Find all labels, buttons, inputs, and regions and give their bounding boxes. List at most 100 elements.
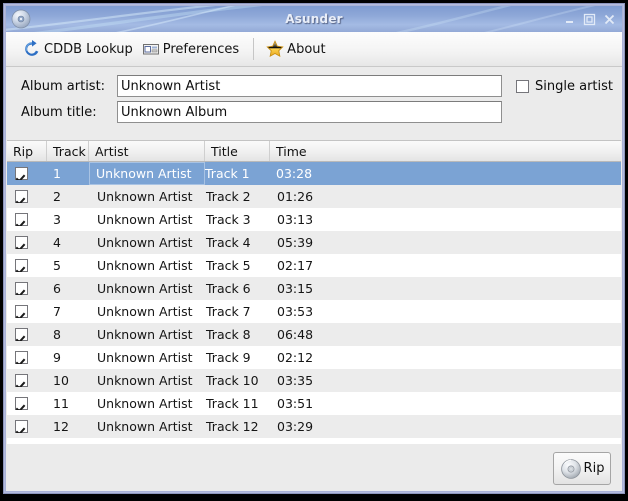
artist-cell: Unknown Artist (97, 419, 193, 434)
rip-checkbox-cell[interactable] (7, 305, 47, 318)
rip-checkbox[interactable] (15, 167, 28, 180)
artist-cell: Unknown Artist (89, 162, 205, 185)
album-title-label: Album title: (21, 104, 97, 120)
table-row[interactable]: 2 Unknown Artist Track 2 01:26 (7, 185, 621, 208)
time-cell: 03:28 (276, 166, 313, 181)
rip-checkbox-cell[interactable] (7, 328, 47, 341)
track-number-cell: 6 (53, 281, 61, 296)
time-cell: 03:35 (277, 373, 314, 388)
table-row[interactable]: 6 Unknown Artist Track 6 03:15 (7, 277, 621, 300)
time-cell: 02:12 (277, 350, 314, 365)
track-number-cell: 4 (53, 235, 61, 250)
rip-button[interactable]: Rip (553, 452, 611, 485)
table-row[interactable]: 10 Unknown Artist Track 10 03:35 (7, 369, 621, 392)
titlebar[interactable]: Asunder (6, 6, 622, 32)
rip-checkbox[interactable] (15, 351, 28, 364)
rip-checkbox-cell[interactable] (7, 397, 47, 410)
column-header-rip[interactable]: Rip (7, 141, 47, 161)
rip-checkbox[interactable] (15, 374, 28, 387)
title-cell: Track 2 (206, 189, 251, 204)
table-row[interactable]: 7 Unknown Artist Track 7 03:53 (7, 300, 621, 323)
table-row[interactable]: 8 Unknown Artist Track 8 06:48 (7, 323, 621, 346)
album-artist-label: Album artist: (21, 78, 106, 94)
column-header-artist[interactable]: Artist (89, 141, 205, 161)
album-artist-input[interactable] (117, 75, 502, 97)
rip-checkbox[interactable] (15, 259, 28, 272)
column-header-title[interactable]: Title (205, 141, 270, 161)
preferences-button[interactable]: Preferences (139, 35, 245, 63)
rip-checkbox-cell[interactable] (7, 259, 47, 272)
refresh-circle-icon (25, 40, 39, 56)
window-panel-icon (142, 44, 159, 55)
title-cell: Track 12 (206, 419, 259, 434)
close-button[interactable] (603, 13, 616, 26)
rip-checkbox[interactable] (15, 213, 28, 226)
about-button[interactable]: About (263, 35, 331, 63)
rip-checkbox-cell[interactable] (7, 420, 47, 433)
rip-checkbox-cell[interactable] (7, 213, 47, 226)
column-header-time[interactable]: Time (270, 141, 621, 161)
artist-cell: Unknown Artist (97, 373, 193, 388)
track-number-cell: 11 (53, 396, 69, 411)
artist-cell: Unknown Artist (97, 212, 193, 227)
time-cell: 03:53 (277, 304, 314, 319)
time-cell: 02:17 (277, 258, 314, 273)
rip-checkbox[interactable] (15, 282, 28, 295)
rip-checkbox[interactable] (15, 328, 28, 341)
single-artist-checkbox-box[interactable] (516, 79, 529, 93)
track-list[interactable]: Rip Track Artist Title Time 1 Unknown Art… (7, 140, 621, 443)
rip-checkbox[interactable] (15, 236, 28, 249)
time-cell: 03:15 (277, 281, 314, 296)
track-list-header: Rip Track Artist Title Time (7, 141, 621, 162)
table-row[interactable]: 3 Unknown Artist Track 3 03:13 (7, 208, 621, 231)
single-artist-checkbox[interactable]: Single artist (516, 79, 613, 94)
cd-disc-icon (560, 458, 581, 479)
table-row[interactable]: 4 Unknown Artist Track 4 05:39 (7, 231, 621, 254)
track-list-body: 1 Unknown Artist Track 1 03:28 2 Unknown Arti… (7, 162, 621, 438)
table-row[interactable]: 1 Unknown Artist Track 1 03:28 (7, 162, 621, 185)
track-number-cell: 10 (53, 373, 69, 388)
table-row[interactable]: 9 Unknown Artist Track 9 02:12 (7, 346, 621, 369)
title-cell: Track 7 (206, 304, 251, 319)
track-number-cell: 12 (53, 419, 69, 434)
time-cell: 03:51 (277, 396, 314, 411)
table-row[interactable]: 12 Unknown Artist Track 12 03:29 (7, 415, 621, 438)
artist-cell: Unknown Artist (97, 281, 193, 296)
cddb-lookup-button[interactable]: CDDB Lookup (20, 35, 139, 63)
title-cell: Track 6 (206, 281, 251, 296)
window-controls (563, 6, 616, 32)
rip-checkbox-cell[interactable] (7, 236, 47, 249)
album-title-row: Album title: (6, 101, 622, 123)
track-number-cell: 8 (53, 327, 61, 342)
rip-checkbox[interactable] (15, 397, 28, 410)
rip-checkbox-cell[interactable] (7, 282, 47, 295)
track-number-cell: 2 (53, 189, 61, 204)
toolbar: CDDB Lookup Preferences About (6, 32, 622, 67)
album-title-input[interactable] (117, 101, 502, 123)
table-row[interactable]: 5 Unknown Artist Track 5 02:17 (7, 254, 621, 277)
time-cell: 03:13 (277, 212, 314, 227)
maximize-button[interactable] (583, 13, 596, 26)
minimize-button[interactable] (563, 13, 576, 26)
track-number-cell: 9 (53, 350, 61, 365)
close-icon (604, 14, 615, 24)
window-client-area: Asunder CDDB Lookup Preferences About Al… (5, 5, 623, 492)
rip-checkbox[interactable] (15, 305, 28, 318)
track-number-cell: 3 (53, 212, 61, 227)
rip-checkbox-cell[interactable] (7, 190, 47, 203)
table-row[interactable]: 11 Unknown Artist Track 11 03:51 (7, 392, 621, 415)
rip-checkbox-cell[interactable] (7, 351, 47, 364)
time-cell: 03:29 (277, 419, 314, 434)
artist-cell: Unknown Artist (97, 350, 193, 365)
time-cell: 05:39 (277, 235, 314, 250)
rip-checkbox[interactable] (15, 190, 28, 203)
column-header-track[interactable]: Track (47, 141, 89, 161)
artist-cell: Unknown Artist (97, 396, 193, 411)
artist-cell: Unknown Artist (97, 327, 193, 342)
rip-checkbox-cell[interactable] (7, 374, 47, 387)
rip-checkbox-cell[interactable] (7, 167, 47, 180)
rip-checkbox[interactable] (15, 420, 28, 433)
rip-button-label: Rip (583, 461, 605, 476)
artist-cell: Unknown Artist (97, 235, 193, 250)
album-info-form: Album artist: Single artist Album title: (6, 67, 622, 130)
